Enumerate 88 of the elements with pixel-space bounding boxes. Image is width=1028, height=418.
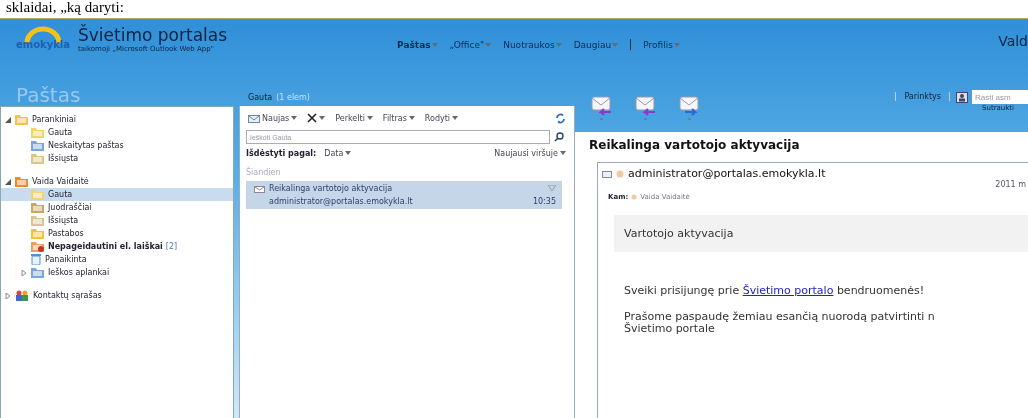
options-link[interactable]: Parinktys xyxy=(895,92,950,101)
body-text: Prašome paspaudę žemiau esančią nuorodą patvirtinti n xyxy=(624,311,936,323)
folder-icon xyxy=(31,153,44,164)
delete-button[interactable] xyxy=(305,113,328,123)
nav-menu-item[interactable]: Nuotraukos xyxy=(503,39,562,50)
nav-menu-item[interactable]: Paštas xyxy=(397,39,438,50)
folder-item[interactable]: Išsiųsta xyxy=(1,152,233,165)
folder-item[interactable]: Gauta xyxy=(1,188,233,201)
close-icon xyxy=(307,113,318,123)
menu-button[interactable]: Filtras xyxy=(380,113,417,123)
message-time: 10:35 xyxy=(532,197,556,206)
caret-icon xyxy=(366,116,373,120)
sort-dropdown[interactable]: Data xyxy=(322,148,354,158)
logo-text: emokykla xyxy=(15,39,71,50)
folder-item[interactable]: Kontaktų sąrašas xyxy=(1,289,233,302)
folder-item[interactable]: Juodraščiai xyxy=(1,201,233,214)
folder-item[interactable]: Nepageidautini el. laiškai [2] xyxy=(1,240,233,253)
folder-icon xyxy=(31,241,44,252)
folder-item[interactable]: Parankiniai xyxy=(1,113,233,126)
caret-icon xyxy=(319,116,326,120)
caret-icon xyxy=(485,42,492,47)
caret-icon xyxy=(291,116,298,120)
mailbox-icon xyxy=(15,176,28,187)
envelope-icon xyxy=(248,113,260,123)
envelope-icon xyxy=(602,169,612,178)
refresh-icon xyxy=(555,112,566,124)
collapsed-arrow-icon[interactable] xyxy=(21,269,27,276)
nav-menu-item[interactable]: „Office" xyxy=(449,39,492,50)
site-title: Švietimo portalas xyxy=(78,25,228,45)
unread-count: [2] xyxy=(165,242,178,251)
caret-icon xyxy=(431,42,438,47)
folder-icon xyxy=(31,189,44,200)
search-icon[interactable] xyxy=(554,132,564,142)
caret-icon xyxy=(555,42,562,47)
sort-label: Išdėstyti pagal: xyxy=(246,148,317,158)
address-book-icon[interactable] xyxy=(956,92,968,103)
message-sender: administrator@portalas.emokykla.lt xyxy=(269,197,413,206)
folder-item[interactable]: Pastabos xyxy=(1,227,233,240)
trash-icon xyxy=(31,254,41,265)
email-heading: Vartotojo aktyvacija xyxy=(614,215,1028,252)
message-title: Reikalinga vartotojo aktyvacija xyxy=(575,132,1028,158)
body-text: Švietimo portale xyxy=(624,323,716,335)
folder-item[interactable]: Ieškos aplankai xyxy=(1,266,233,279)
caret-icon xyxy=(452,116,459,120)
caret-icon xyxy=(612,42,619,47)
folder-icon xyxy=(31,215,44,226)
expanded-arrow-icon[interactable] xyxy=(5,116,11,123)
nav-menu-item[interactable]: Profilis xyxy=(643,39,680,50)
caret-icon xyxy=(673,42,680,47)
collapsed-arrow-icon[interactable] xyxy=(5,292,11,299)
caret-icon xyxy=(345,151,352,155)
folder-icon xyxy=(15,114,28,125)
caret-icon xyxy=(560,151,566,155)
folder-item[interactable]: Neskaitytas paštas xyxy=(1,139,233,152)
people-icon xyxy=(15,290,29,301)
folder-icon xyxy=(31,202,44,213)
menu-button[interactable]: Perkelti xyxy=(333,113,375,123)
new-button[interactable]: Naujas xyxy=(246,113,300,123)
people-search-field[interactable]: Rasti asm xyxy=(972,90,1028,104)
greeting-text: Sveiki prisijungę prie Švietimo portalo bendruomenės! xyxy=(624,284,926,297)
portal-link[interactable]: Švietimo portalo xyxy=(742,284,834,297)
folder-icon xyxy=(31,127,44,138)
message-date: 2011 m xyxy=(995,180,1026,189)
folder-item[interactable]: Gauta xyxy=(1,126,233,139)
presence-icon xyxy=(616,169,624,178)
group-header: Šiandien xyxy=(245,165,282,179)
expanded-arrow-icon[interactable] xyxy=(5,178,11,185)
item-count: (1 elem) xyxy=(276,93,310,102)
section-title: Paštas xyxy=(15,84,82,106)
user-name[interactable]: Vald xyxy=(998,33,1028,49)
order-dropdown[interactable]: Naujausi viršuje xyxy=(492,148,568,158)
message-item[interactable]: Reikalinga vartotojo aktyvacija administrator@portalas.emokykla.lt 10:35 xyxy=(246,181,562,209)
folder-icon xyxy=(31,228,44,239)
folder-item[interactable]: Panaikinta xyxy=(1,253,233,266)
nav-menu-item[interactable]: Daugiau xyxy=(573,39,619,50)
folder-item[interactable]: Išsiųsta xyxy=(1,214,233,227)
folder-icon xyxy=(31,267,44,278)
presence-icon xyxy=(631,194,638,200)
refresh-button[interactable] xyxy=(553,112,568,124)
folder-item[interactable]: Vaida Vaidaitė xyxy=(1,175,233,188)
envelope-icon xyxy=(254,184,265,193)
folder-title: Gauta xyxy=(248,93,273,102)
message-subject: Reikalinga vartotojo aktyvacija xyxy=(269,184,393,193)
folder-icon xyxy=(31,140,44,151)
document-text: sklaidai, „ką daryti: xyxy=(5,0,124,17)
caret-icon xyxy=(408,116,415,120)
sender-address: administrator@portalas.emokykla.lt xyxy=(628,167,826,180)
menu-button[interactable]: Rodyti xyxy=(422,113,461,123)
